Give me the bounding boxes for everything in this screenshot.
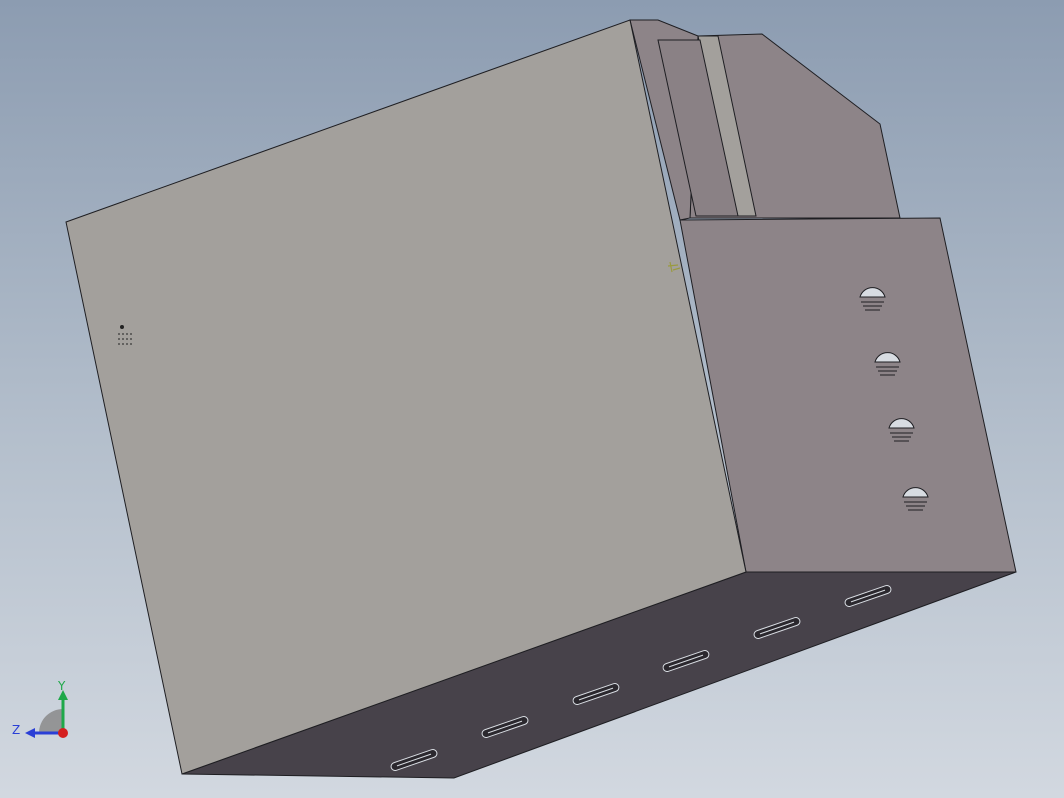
y-axis-label: Y xyxy=(57,679,66,693)
x-axis-point-icon xyxy=(58,728,68,738)
view-orientation-triad[interactable]: Y Z xyxy=(10,676,80,746)
z-axis-label: Z xyxy=(12,723,20,737)
3d-model-view[interactable] xyxy=(0,0,1064,798)
triad-arc-icon xyxy=(39,709,63,733)
graphics-viewport[interactable]: Y Z xyxy=(0,0,1064,798)
z-axis-arrow-icon xyxy=(25,728,35,738)
